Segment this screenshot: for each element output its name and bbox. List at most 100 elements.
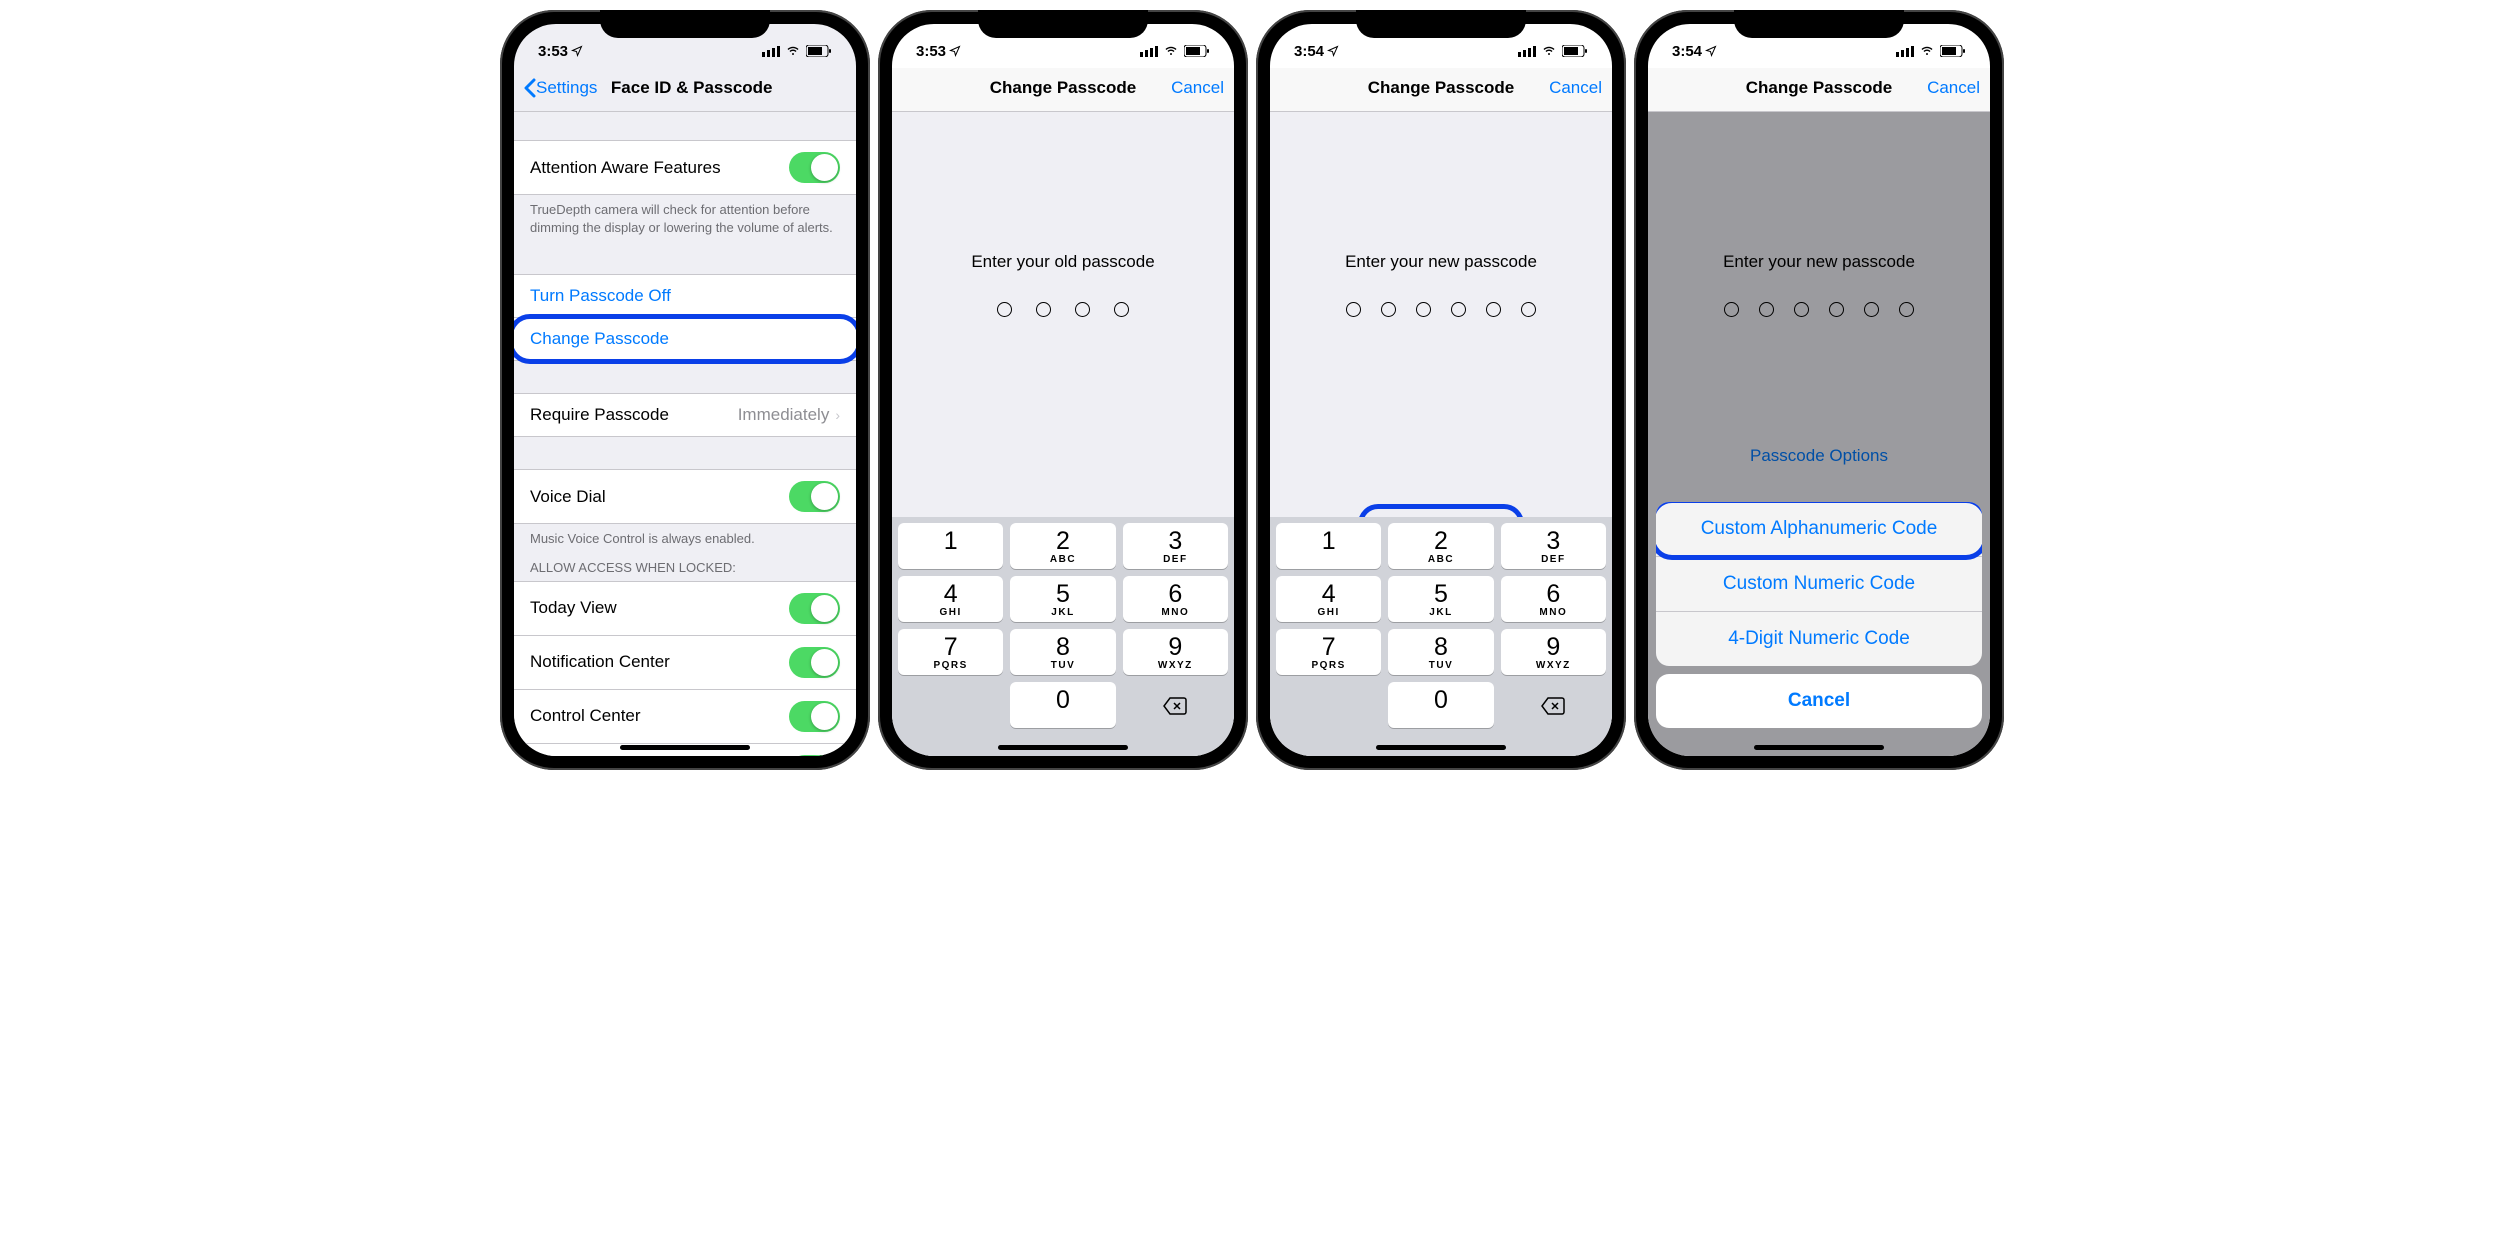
key-digit: 9 [1501, 635, 1606, 660]
nav-bar: Settings Face ID & Passcode [514, 68, 856, 112]
row-attention-aware[interactable]: Attention Aware Features [514, 140, 856, 195]
toggle-today[interactable] [789, 593, 840, 624]
key-2[interactable]: 2ABC [1388, 523, 1493, 569]
key-8[interactable]: 8TUV [1010, 629, 1115, 675]
key-letters: TUV [1010, 660, 1115, 671]
content: Enter your old passcode 1 2ABC3DEF4GHI5J… [892, 112, 1234, 756]
key-letters: DEF [1123, 554, 1228, 565]
sheet-cancel[interactable]: Cancel [1656, 674, 1982, 728]
status-time: 3:53 [916, 43, 946, 60]
home-indicator[interactable] [1754, 745, 1884, 750]
key-2[interactable]: 2ABC [1010, 523, 1115, 569]
toggle-notification[interactable] [789, 647, 840, 678]
wifi-icon [1541, 45, 1557, 57]
key-7[interactable]: 7PQRS [898, 629, 1003, 675]
cellular-icon [1518, 45, 1536, 57]
screen-passcode-options-sheet: 3:54 Change Passcode Cancel Enter your n… [1648, 24, 1990, 756]
row-notification-center[interactable]: Notification Center [514, 636, 856, 690]
toggle-siri[interactable] [789, 755, 840, 756]
cellular-icon [1140, 45, 1158, 57]
key-5[interactable]: 5JKL [1388, 576, 1493, 622]
key-4[interactable]: 4GHI [898, 576, 1003, 622]
dot [1486, 302, 1501, 317]
status-time: 3:53 [538, 43, 568, 60]
key-delete[interactable] [1501, 682, 1606, 728]
notch [1734, 10, 1904, 38]
sheet-option-alphanumeric[interactable]: Custom Alphanumeric Code [1656, 502, 1982, 557]
key-6[interactable]: 6MNO [1123, 576, 1228, 622]
back-button[interactable]: Settings [524, 78, 597, 98]
status-time: 3:54 [1672, 43, 1702, 60]
key-digit: 7 [898, 635, 1003, 660]
key-digit: 4 [1276, 582, 1381, 607]
cellular-icon [762, 45, 780, 57]
key-delete[interactable] [1123, 682, 1228, 728]
key-letters: GHI [898, 607, 1003, 618]
key-1[interactable]: 1 [1276, 523, 1381, 569]
sheet-option-numeric[interactable]: Custom Numeric Code [1656, 557, 1982, 612]
cancel-button[interactable]: Cancel [1920, 78, 1980, 98]
key-digit: 6 [1501, 582, 1606, 607]
content: Attention Aware Features TrueDepth camer… [514, 112, 856, 756]
key-letters: GHI [1276, 607, 1381, 618]
key-letters: WXYZ [1501, 660, 1606, 671]
key-9[interactable]: 9WXYZ [1123, 629, 1228, 675]
battery-icon [1562, 45, 1588, 57]
key-0[interactable]: 0 [1388, 682, 1493, 728]
key-digit: 8 [1010, 635, 1115, 660]
row-today-view[interactable]: Today View [514, 581, 856, 636]
toggle-control[interactable] [789, 701, 840, 732]
toggle-voice-dial[interactable] [789, 481, 840, 512]
key-9[interactable]: 9WXYZ [1501, 629, 1606, 675]
delete-icon [1162, 696, 1188, 716]
row-require-passcode[interactable]: Require Passcode Immediately› [514, 393, 856, 437]
cancel-button[interactable]: Cancel [1164, 78, 1224, 98]
key-7[interactable]: 7PQRS [1276, 629, 1381, 675]
footer-voice: Music Voice Control is always enabled. [514, 524, 856, 554]
key-letters: JKL [1010, 607, 1115, 618]
key-6[interactable]: 6MNO [1501, 576, 1606, 622]
back-label: Settings [536, 78, 597, 98]
key-4[interactable]: 4GHI [1276, 576, 1381, 622]
nav-title: Change Passcode [1368, 78, 1514, 98]
nav-bar: Change Passcode Cancel [1270, 68, 1612, 112]
key-digit: 1 [898, 529, 1003, 554]
key-3[interactable]: 3DEF [1501, 523, 1606, 569]
sheet-label: Cancel [1788, 690, 1850, 711]
key-letters [898, 554, 1003, 565]
status-time: 3:54 [1294, 43, 1324, 60]
key-5[interactable]: 5JKL [1010, 576, 1115, 622]
cancel-button[interactable]: Cancel [1542, 78, 1602, 98]
action-sheet: Custom Alphanumeric Code Custom Numeric … [1656, 502, 1982, 728]
row-turn-passcode-off[interactable]: Turn Passcode Off [514, 274, 856, 318]
prompt-text: Enter your old passcode [892, 252, 1234, 272]
row-change-passcode[interactable]: Change Passcode [514, 318, 856, 361]
home-indicator[interactable] [620, 745, 750, 750]
sheet-option-4digit[interactable]: 4-Digit Numeric Code [1656, 612, 1982, 666]
passcode-dots [1270, 302, 1612, 317]
key-digit: 3 [1123, 529, 1228, 554]
numeric-keypad: 1 2ABC3DEF4GHI5JKL6MNO7PQRS8TUV9WXYZ0 [1270, 517, 1612, 756]
row-control-center[interactable]: Control Center [514, 690, 856, 744]
key-digit: 5 [1388, 582, 1493, 607]
home-indicator[interactable] [1376, 745, 1506, 750]
key-8[interactable]: 8TUV [1388, 629, 1493, 675]
notch [600, 10, 770, 38]
dot [1036, 302, 1051, 317]
key-letters: MNO [1123, 607, 1228, 618]
key-digit: 6 [1123, 582, 1228, 607]
key-digit: 2 [1388, 529, 1493, 554]
content: Enter your new passcode Passcode Options… [1270, 112, 1612, 756]
key-3[interactable]: 3DEF [1123, 523, 1228, 569]
home-indicator[interactable] [998, 745, 1128, 750]
row-label: Control Center [530, 706, 641, 726]
location-icon [571, 45, 583, 57]
key-digit: 9 [1123, 635, 1228, 660]
row-voice-dial[interactable]: Voice Dial [514, 469, 856, 524]
toggle-attention[interactable] [789, 152, 840, 183]
screen-new-passcode: 3:54 Change Passcode Cancel Enter your n… [1270, 24, 1612, 756]
key-0[interactable]: 0 [1010, 682, 1115, 728]
key-1[interactable]: 1 [898, 523, 1003, 569]
key-digit: 4 [898, 582, 1003, 607]
wifi-icon [1163, 45, 1179, 57]
